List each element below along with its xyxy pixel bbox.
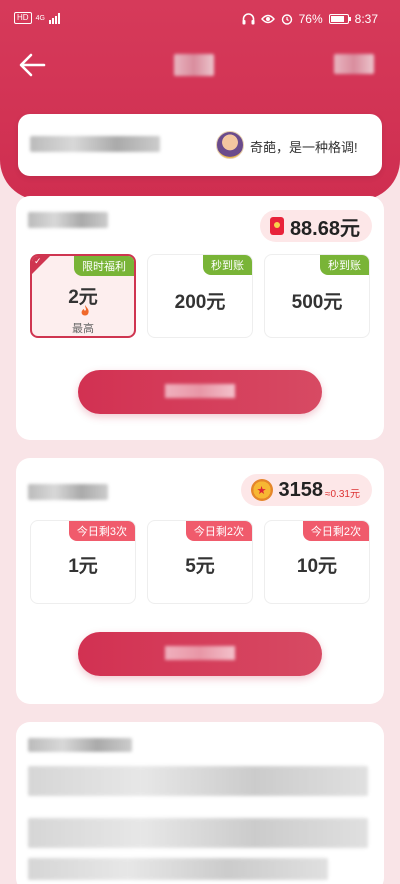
coin-exchange-card: ★ 3158 ≈0.31元 今日剩3次 1元 今日剩2次 5元 今日剩2次 10… (16, 458, 384, 704)
back-arrow-icon[interactable] (16, 48, 50, 82)
signal-icon (48, 12, 60, 24)
option-tag: 秒到账 (203, 255, 252, 275)
coin-balance-badge: ★ 3158 ≈0.31元 (240, 474, 372, 506)
notice-banner: 奇葩，是一种格调! (18, 114, 382, 176)
hd-indicator: HD (14, 12, 32, 24)
rules-line-redacted (28, 766, 368, 796)
eye-icon (260, 14, 275, 24)
top-nav (0, 48, 400, 84)
notice-message: 奇葩，是一种格调! (250, 140, 358, 155)
cash-balance: 88.68元 (289, 217, 360, 240)
option-note: 最高 (72, 323, 94, 335)
option-value: 1元 (68, 556, 98, 577)
option-tag: 秒到账 (320, 255, 369, 275)
option-tag: 今日剩2次 (302, 521, 369, 541)
cash-option-200[interactable]: 秒到账 200元 (147, 254, 253, 338)
rules-title-redacted (28, 738, 132, 752)
coin-option-1[interactable]: 今日剩3次 1元 (30, 520, 136, 604)
option-tag: 今日剩2次 (185, 521, 252, 541)
alarm-icon (281, 14, 292, 25)
rules-line-redacted (28, 818, 368, 848)
option-tag: 今日剩3次 (68, 521, 135, 541)
status-bar: HD 4G 76% 8:37 (0, 0, 400, 38)
battery-icon (328, 14, 351, 24)
option-value: 500元 (291, 292, 343, 313)
check-icon: ✓ (34, 256, 42, 266)
cash-withdraw-card: 88.68元 ✓ 限时福利 2元 最高 秒到账 200元 秒到账 500元 (16, 196, 384, 440)
page-title-redacted (174, 54, 214, 76)
red-packet-icon (269, 217, 284, 235)
fire-icon (81, 305, 89, 316)
option-value: 10元 (296, 556, 338, 577)
option-value: 5元 (185, 556, 215, 577)
coin-option-10[interactable]: 今日剩2次 10元 (264, 520, 370, 604)
battery-percent: 76% (298, 12, 323, 26)
coin-equivalent: ≈0.31元 (325, 489, 360, 500)
notice-redacted-text (30, 136, 160, 152)
headphones-icon (242, 13, 255, 25)
user-avatar (216, 131, 244, 159)
coin-icon: ★ (250, 479, 273, 501)
button-label-redacted (165, 384, 235, 398)
coin-balance: 3158 (278, 478, 324, 501)
button-label-redacted (165, 646, 235, 660)
cash-withdraw-button[interactable] (78, 370, 322, 414)
coin-exchange-button[interactable] (78, 632, 322, 676)
rules-line-redacted (28, 858, 328, 880)
cash-option-2[interactable]: ✓ 限时福利 2元 最高 (30, 254, 136, 338)
network-type: 4G (35, 14, 45, 22)
cash-balance-badge: 88.68元 (259, 210, 372, 242)
rules-card (16, 722, 384, 884)
clock-time: 8:37 (354, 12, 378, 26)
option-tag: 限时福利 (74, 256, 134, 276)
cash-section-title-redacted (28, 212, 108, 228)
option-value: 200元 (174, 292, 226, 313)
coin-option-5[interactable]: 今日剩2次 5元 (147, 520, 253, 604)
header-action-redacted[interactable] (334, 54, 374, 74)
coin-section-title-redacted (28, 484, 108, 500)
cash-option-500[interactable]: 秒到账 500元 (264, 254, 370, 338)
